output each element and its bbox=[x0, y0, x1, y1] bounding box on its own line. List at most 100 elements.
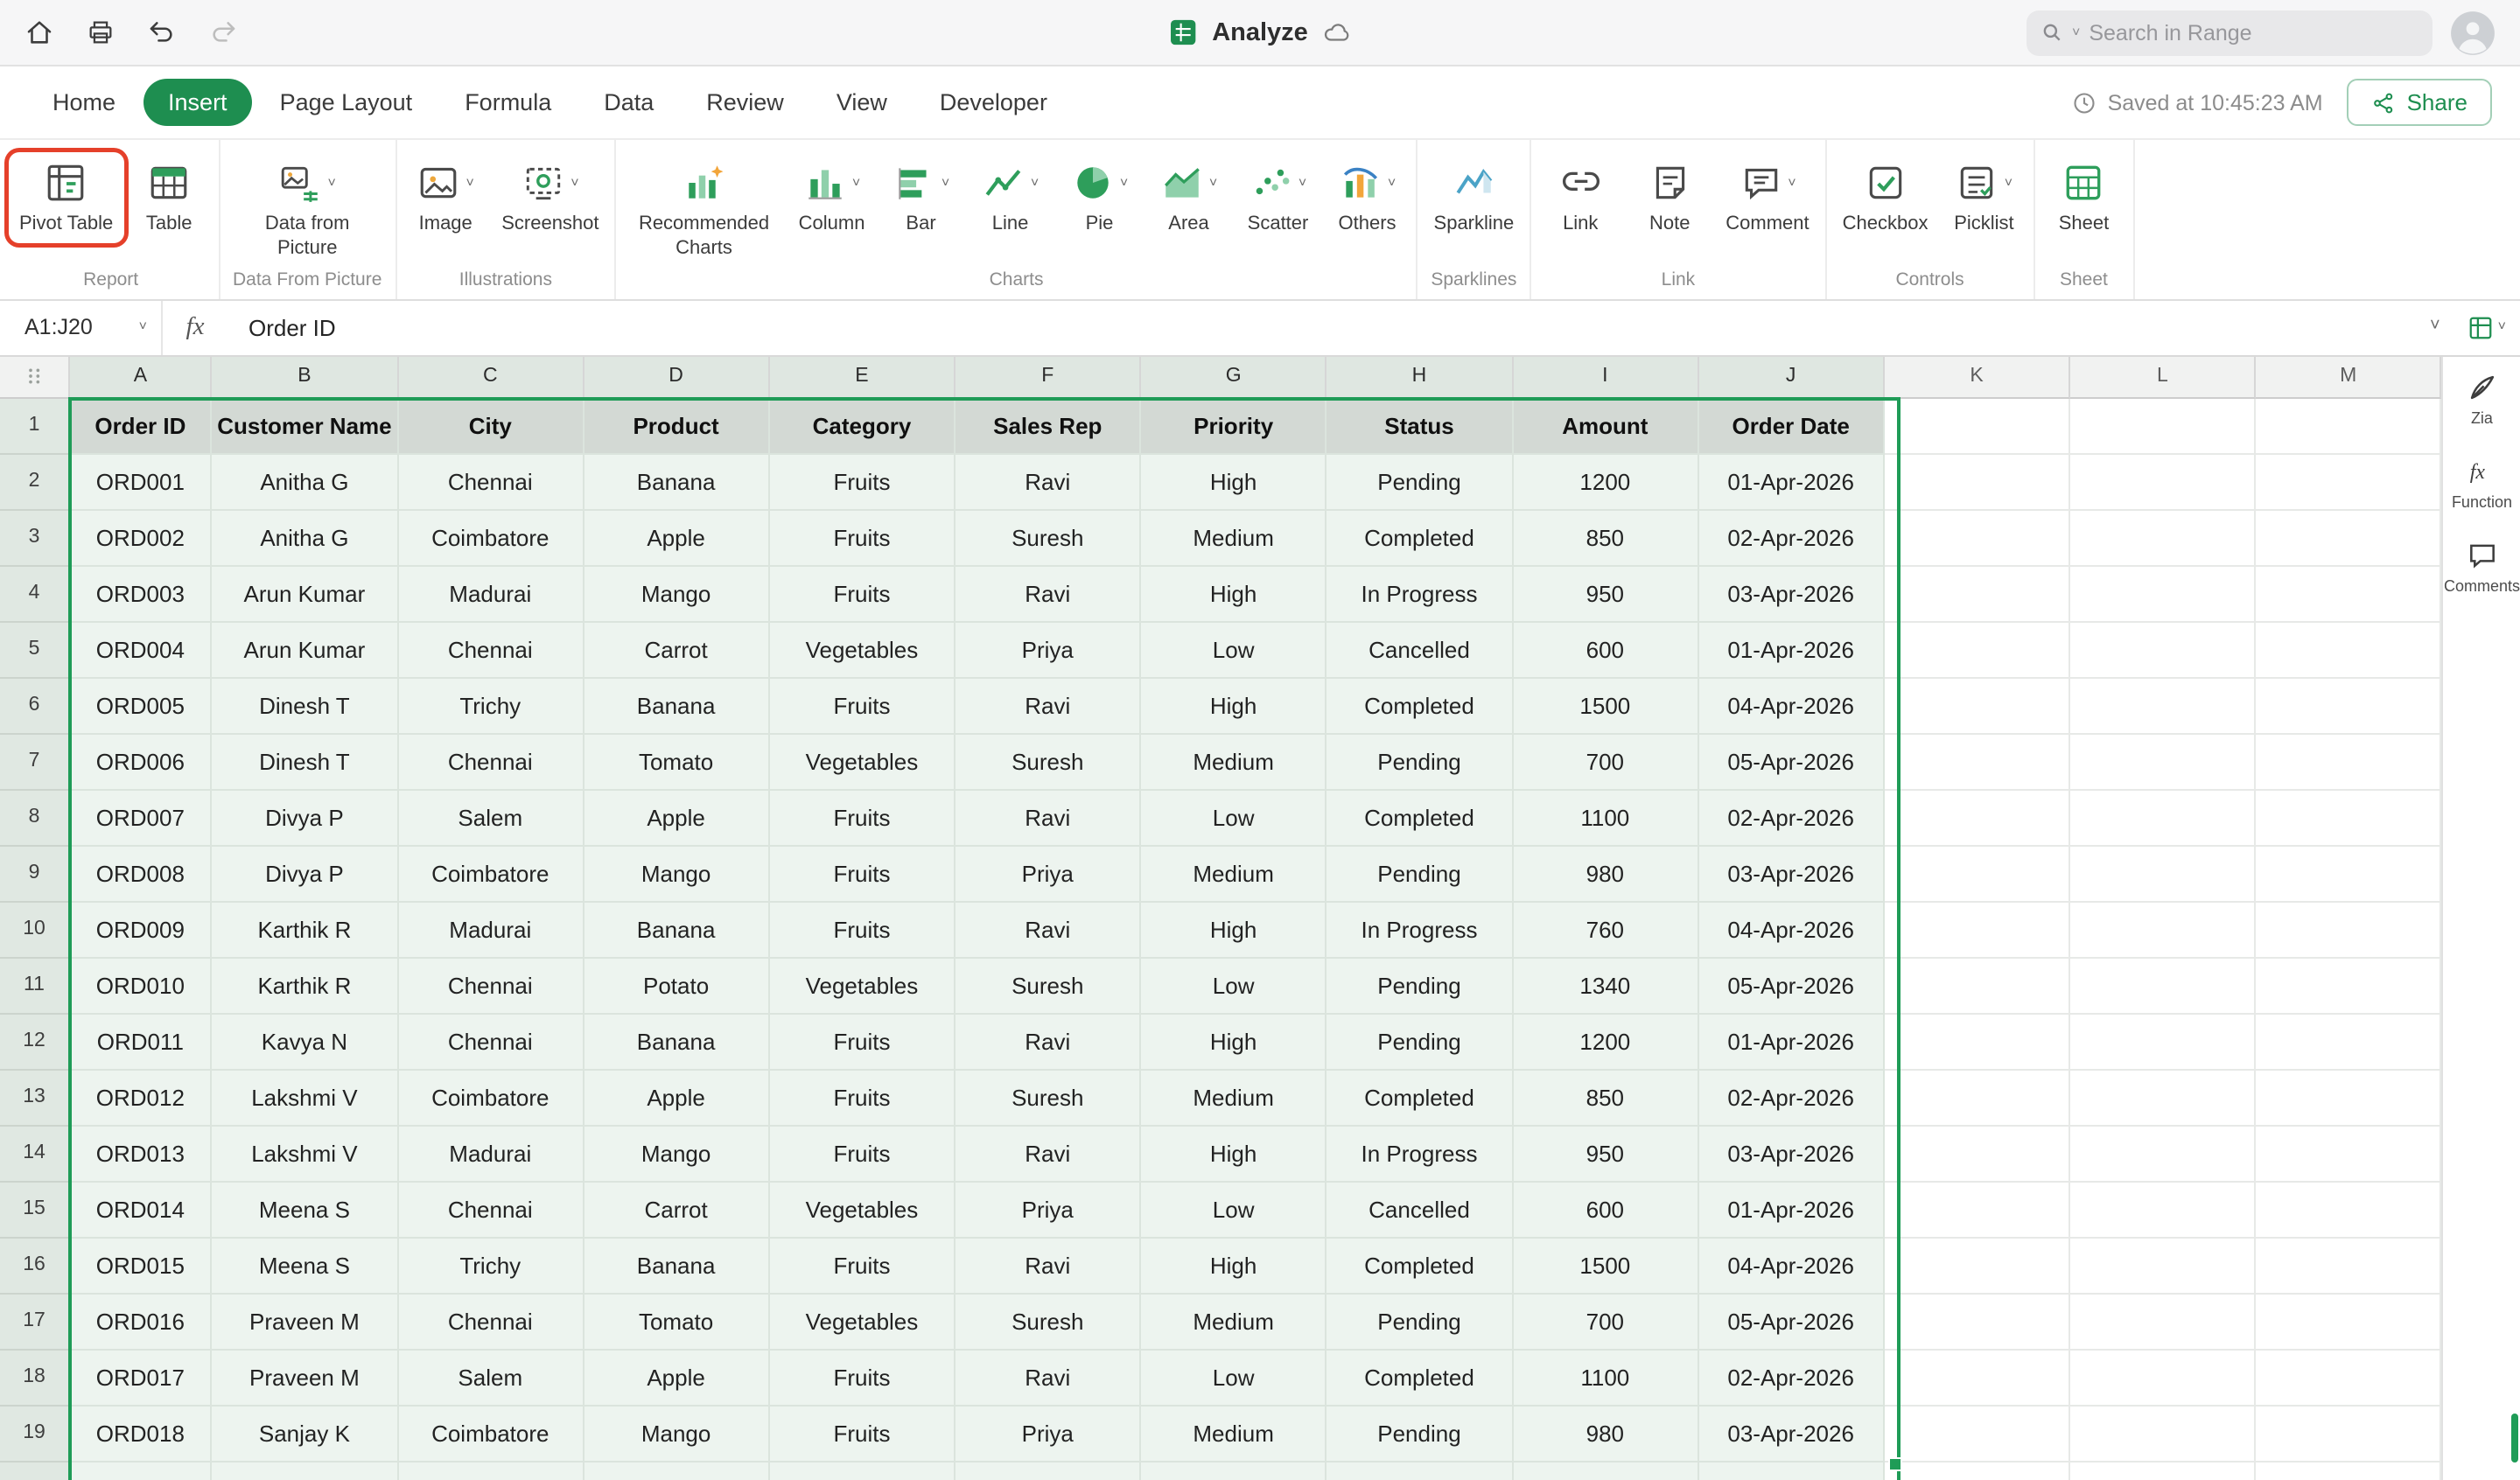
cell-D9[interactable]: Mango bbox=[584, 846, 770, 902]
tab-home[interactable]: Home bbox=[28, 79, 140, 126]
cell-F18[interactable]: Ravi bbox=[956, 1350, 1142, 1406]
cell-K11[interactable] bbox=[1884, 958, 2071, 1014]
column-header-A[interactable]: A bbox=[70, 356, 213, 398]
scatter-chart-button[interactable]: ˅ Scatter bbox=[1235, 152, 1322, 243]
cell-L16[interactable] bbox=[2070, 1238, 2257, 1294]
cell-K1[interactable] bbox=[1884, 398, 2071, 454]
cell-D15[interactable]: Carrot bbox=[584, 1182, 770, 1238]
cell-F12[interactable]: Ravi bbox=[956, 1014, 1142, 1070]
cell-C9[interactable]: Coimbatore bbox=[398, 846, 584, 902]
cell-L10[interactable] bbox=[2070, 902, 2257, 958]
row-header-1[interactable]: 1 bbox=[0, 398, 70, 454]
cell-G13[interactable]: Medium bbox=[1141, 1070, 1327, 1126]
cell-A17[interactable]: ORD016 bbox=[70, 1294, 213, 1350]
cell-D7[interactable]: Tomato bbox=[584, 734, 770, 790]
cell-H4[interactable]: In Progress bbox=[1326, 566, 1514, 622]
cell-K16[interactable] bbox=[1884, 1238, 2071, 1294]
cell-K8[interactable] bbox=[1884, 790, 2071, 846]
cell-D18[interactable]: Apple bbox=[584, 1350, 770, 1406]
cell-A13[interactable]: ORD012 bbox=[70, 1070, 213, 1126]
cell-M11[interactable] bbox=[2256, 958, 2442, 1014]
cell-B20[interactable]: Sanjay K bbox=[212, 1462, 399, 1480]
cell-M10[interactable] bbox=[2256, 902, 2442, 958]
cell-E9[interactable]: Fruits bbox=[769, 846, 956, 902]
cell-I20[interactable]: 760 bbox=[1513, 1462, 1699, 1480]
row-header-7[interactable]: 7 bbox=[0, 734, 70, 790]
column-header-I[interactable]: I bbox=[1513, 356, 1699, 398]
row-header-19[interactable]: 19 bbox=[0, 1406, 70, 1462]
search-input[interactable] bbox=[2089, 20, 2418, 45]
cell-E6[interactable]: Fruits bbox=[769, 678, 956, 734]
cell-M14[interactable] bbox=[2256, 1126, 2442, 1182]
cell-B16[interactable]: Meena S bbox=[212, 1238, 399, 1294]
formula-input[interactable]: Order ID bbox=[228, 314, 2430, 340]
cell-M4[interactable] bbox=[2256, 566, 2442, 622]
cell-G3[interactable]: Medium bbox=[1141, 510, 1327, 566]
cell-M12[interactable] bbox=[2256, 1014, 2442, 1070]
cell-C11[interactable]: Chennai bbox=[398, 958, 584, 1014]
cell-E2[interactable]: Fruits bbox=[769, 454, 956, 510]
cell-B2[interactable]: Anitha G bbox=[212, 454, 399, 510]
cell-J19[interactable]: 03-Apr-2026 bbox=[1698, 1406, 1885, 1462]
cell-H7[interactable]: Pending bbox=[1326, 734, 1514, 790]
cell-G15[interactable]: Low bbox=[1141, 1182, 1327, 1238]
cell-C10[interactable]: Madurai bbox=[398, 902, 584, 958]
table-button[interactable]: Table bbox=[125, 152, 213, 243]
cell-K9[interactable] bbox=[1884, 846, 2071, 902]
cell-C13[interactable]: Coimbatore bbox=[398, 1070, 584, 1126]
cell-B19[interactable]: Sanjay K bbox=[212, 1406, 399, 1462]
cell-I16[interactable]: 1500 bbox=[1513, 1238, 1699, 1294]
cell-D2[interactable]: Banana bbox=[584, 454, 770, 510]
cell-G16[interactable]: High bbox=[1141, 1238, 1327, 1294]
cell-J1[interactable]: Order Date bbox=[1698, 398, 1885, 454]
cell-E14[interactable]: Fruits bbox=[769, 1126, 956, 1182]
avatar[interactable] bbox=[2450, 10, 2496, 55]
picklist-button[interactable]: ˅ Picklist bbox=[1940, 152, 2027, 243]
cell-C3[interactable]: Coimbatore bbox=[398, 510, 584, 566]
cell-K17[interactable] bbox=[1884, 1294, 2071, 1350]
pie-chart-button[interactable]: ˅ Pie bbox=[1056, 152, 1144, 243]
cell-I15[interactable]: 600 bbox=[1513, 1182, 1699, 1238]
cell-H5[interactable]: Cancelled bbox=[1326, 622, 1514, 678]
cell-M2[interactable] bbox=[2256, 454, 2442, 510]
cell-M7[interactable] bbox=[2256, 734, 2442, 790]
cell-E16[interactable]: Fruits bbox=[769, 1238, 956, 1294]
cell-M13[interactable] bbox=[2256, 1070, 2442, 1126]
cell-J13[interactable]: 02-Apr-2026 bbox=[1698, 1070, 1885, 1126]
cell-A5[interactable]: ORD004 bbox=[70, 622, 213, 678]
home-icon[interactable] bbox=[24, 17, 54, 47]
cell-A1[interactable]: Order ID bbox=[70, 398, 213, 454]
cell-F17[interactable]: Suresh bbox=[956, 1294, 1142, 1350]
cell-B10[interactable]: Karthik R bbox=[212, 902, 399, 958]
cell-A11[interactable]: ORD010 bbox=[70, 958, 213, 1014]
cell-L13[interactable] bbox=[2070, 1070, 2257, 1126]
cell-L17[interactable] bbox=[2070, 1294, 2257, 1350]
undo-icon[interactable] bbox=[147, 17, 177, 47]
cell-B11[interactable]: Karthik R bbox=[212, 958, 399, 1014]
cell-L14[interactable] bbox=[2070, 1126, 2257, 1182]
cell-E18[interactable]: Fruits bbox=[769, 1350, 956, 1406]
cell-E13[interactable]: Fruits bbox=[769, 1070, 956, 1126]
cell-D17[interactable]: Tomato bbox=[584, 1294, 770, 1350]
cell-D13[interactable]: Apple bbox=[584, 1070, 770, 1126]
column-header-D[interactable]: D bbox=[584, 356, 770, 398]
cell-B4[interactable]: Arun Kumar bbox=[212, 566, 399, 622]
row-header-18[interactable]: 18 bbox=[0, 1350, 70, 1406]
cell-G12[interactable]: High bbox=[1141, 1014, 1327, 1070]
cell-A8[interactable]: ORD007 bbox=[70, 790, 213, 846]
cell-D1[interactable]: Product bbox=[584, 398, 770, 454]
cell-A9[interactable]: ORD008 bbox=[70, 846, 213, 902]
cell-L20[interactable] bbox=[2070, 1462, 2257, 1480]
cell-M6[interactable] bbox=[2256, 678, 2442, 734]
line-chart-button[interactable]: ˅ Line bbox=[967, 152, 1054, 243]
cell-I13[interactable]: 850 bbox=[1513, 1070, 1699, 1126]
row-header-5[interactable]: 5 bbox=[0, 622, 70, 678]
cell-K15[interactable] bbox=[1884, 1182, 2071, 1238]
cell-J18[interactable]: 02-Apr-2026 bbox=[1698, 1350, 1885, 1406]
cell-M15[interactable] bbox=[2256, 1182, 2442, 1238]
row-header-3[interactable]: 3 bbox=[0, 510, 70, 566]
cell-L2[interactable] bbox=[2070, 454, 2257, 510]
cell-A14[interactable]: ORD013 bbox=[70, 1126, 213, 1182]
cell-E17[interactable]: Vegetables bbox=[769, 1294, 956, 1350]
data-from-picture-button[interactable]: ˅ Data from Picture bbox=[225, 152, 389, 267]
